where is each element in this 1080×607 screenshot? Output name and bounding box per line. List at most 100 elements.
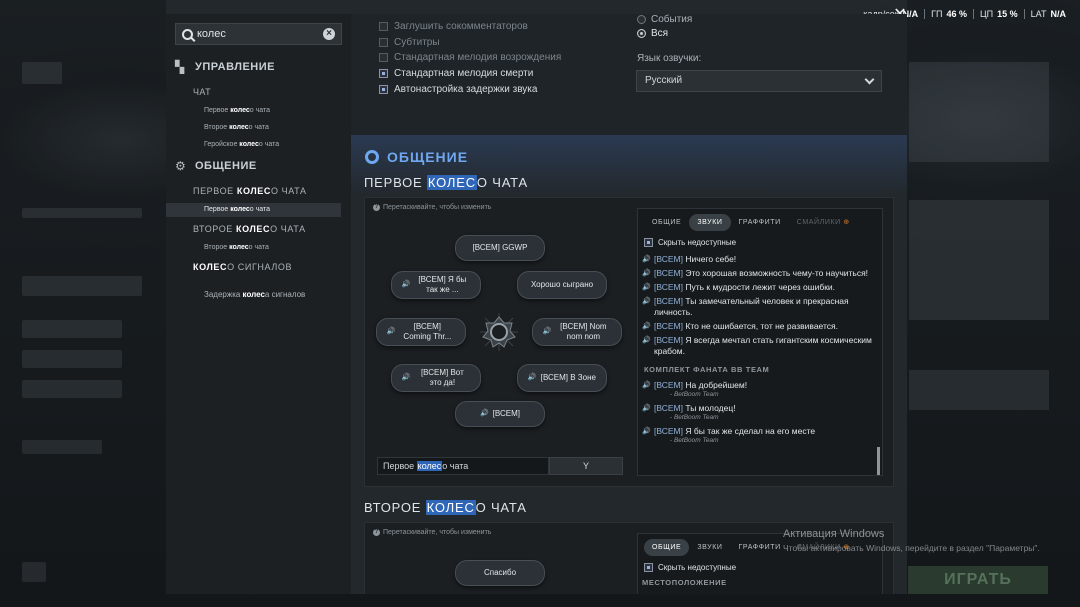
list-item[interactable]: 🔊 [ВСЕМ] Кто не ошибается, тот не развива… xyxy=(642,321,874,332)
second-wheel-title: ВТОРОЕ КОЛЕСО ЧАТА xyxy=(364,500,527,515)
list-item[interactable]: 🔊 [ВСЕМ] Это хорошая возможность чему-то … xyxy=(642,268,874,279)
wheel-slot-lower-left[interactable]: 🔊 [ВСЕМ] Вот это да! xyxy=(391,364,481,392)
list-item[interactable]: 🔊 [ВСЕМ] Я всегда мечтал стать гигантским… xyxy=(642,335,874,357)
search-icon xyxy=(182,28,193,40)
speaker-icon: 🔊 xyxy=(642,298,651,305)
option-respawn-melody[interactable]: Стандартная мелодия возрождения xyxy=(379,52,561,63)
tab-general[interactable]: ОБЩИЕ xyxy=(644,214,689,231)
sidebar-leaf-signal-delay[interactable]: Задержка колеса сигналов xyxy=(204,290,305,299)
gear-icon xyxy=(365,150,379,164)
social-section: ОБЩЕНИЕ ПЕРВОЕ КОЛЕСО ЧАТА ? Перетаскивай… xyxy=(351,135,907,594)
sidebar-item-chat[interactable]: ЧАТ xyxy=(193,87,211,97)
search-box[interactable]: × xyxy=(175,23,342,45)
phrase-list: 🔊 [ВСЕМ] Ничего себе! 🔊 [ВСЕМ] Это хорошая… xyxy=(642,254,874,449)
phrase-tabs: ОБЩИЕ ЗВУКИ ГРАФФИТИ СМАЙЛИКИ ⊕ xyxy=(638,209,882,235)
gamepad-icon: ▚ xyxy=(175,60,185,74)
windows-activation-subtitle: Чтобы активировать Windows, перейдите в … xyxy=(783,543,1040,553)
checkbox-checked[interactable] xyxy=(379,69,388,78)
option-subtitles[interactable]: Субтитры xyxy=(379,37,440,48)
speaker-icon: 🔊 xyxy=(642,428,651,435)
speaker-icon: 🔊 xyxy=(642,337,651,344)
speaker-icon: 🔊 xyxy=(401,374,411,381)
list-item[interactable]: 🔊 [ВСЕМ] На добрейшем! - BetBoom Team xyxy=(642,380,874,400)
option-auto-delay[interactable]: Автонастройка задержки звука xyxy=(379,84,537,95)
sidebar-leaf-second-wheel[interactable]: Второе колесо чата xyxy=(204,124,269,131)
option-death-melody[interactable]: Стандартная мелодия смерти xyxy=(379,68,533,79)
voice-language-label: Язык озвучки: xyxy=(637,53,702,64)
first-wheel-panel: ? Перетаскивайте, чтобы изменить [ВСЕМ] G… xyxy=(364,197,894,487)
gear-icon: ⚙ xyxy=(175,159,187,173)
emoticon-icon: ⊕ xyxy=(843,219,850,226)
phrase-group-title: МЕСТОПОЛОЖЕНИЕ xyxy=(642,578,727,587)
wheel-slot-right[interactable]: 🔊 [ВСЕМ] Nom nom nom xyxy=(532,318,622,346)
hide-unavailable-toggle[interactable]: Скрыть недоступные xyxy=(644,238,736,247)
speaker-icon: 🔊 xyxy=(401,281,411,288)
list-item[interactable]: 🔊 [ВСЕМ] Путь к мудрости лежит через ошиб… xyxy=(642,282,874,293)
list-item[interactable]: 🔊 [ВСЕМ] Я бы так же сделал на его месте -… xyxy=(642,426,874,446)
list-item[interactable]: 🔊 [ВСЕМ] Ничего себе! xyxy=(642,254,874,265)
first-wheel-title: ПЕРВОЕ КОЛЕСО ЧАТА xyxy=(364,175,528,190)
drag-hint: ? Перетаскивайте, чтобы изменить xyxy=(373,204,492,211)
checkbox-checked[interactable] xyxy=(644,238,653,247)
wheel-slot-lower-right[interactable]: 🔊 [ВСЕМ] В Зоне xyxy=(517,364,607,392)
background-right-panel xyxy=(907,0,1080,607)
list-item[interactable]: 🔊 [ВСЕМ] Ты молодец! - BetBoom Team xyxy=(642,403,874,423)
sidebar-item-second-wheel[interactable]: ВТОРОЕ КОЛЕСО ЧАТА xyxy=(193,224,306,234)
wheel2-slot-top[interactable]: Спасибо xyxy=(455,560,545,586)
tab-sounds[interactable]: ЗВУКИ xyxy=(689,539,730,556)
speaker-icon: 🔊 xyxy=(642,256,651,263)
search-input[interactable] xyxy=(197,28,317,40)
speaker-icon: 🔊 xyxy=(642,405,651,412)
speaker-icon: 🔊 xyxy=(527,374,537,381)
wheel-bind-row: Первое колесо чата Y xyxy=(377,457,623,475)
tab-general[interactable]: ОБЩИЕ xyxy=(644,538,690,556)
wheel-slot-top[interactable]: [ВСЕМ] GGWP xyxy=(455,235,545,261)
tab-emoticons[interactable]: СМАЙЛИКИ ⊕ xyxy=(789,213,858,231)
speaker-icon: 🔊 xyxy=(386,328,396,335)
phrase-picker: ОБЩИЕ ЗВУКИ ГРАФФИТИ СМАЙЛИКИ ⊕ Скрыть н… xyxy=(637,208,883,476)
sidebar-item-control[interactable]: ▚ УПРАВЛЕНИЕ xyxy=(175,61,275,73)
settings-sidebar: × ▚ УПРАВЛЕНИЕ ЧАТ Первое колесо чата Вт… xyxy=(166,14,351,594)
windows-activation-title: Активация Windows xyxy=(783,528,885,540)
wheel-slot-upper-right[interactable]: Хорошо сыграно xyxy=(517,271,607,299)
background-left-panel xyxy=(0,0,166,607)
checkbox[interactable] xyxy=(379,38,388,47)
radio-all[interactable]: Вся xyxy=(637,28,668,39)
clear-search-icon[interactable]: × xyxy=(323,28,335,40)
sidebar-item-signal-wheel[interactable]: КОЛЕСО СИГНАЛОВ xyxy=(193,262,292,272)
checkbox-checked[interactable] xyxy=(379,85,388,94)
sidebar-leaf-first-wheel-active[interactable]: Первое колесо чата xyxy=(166,203,341,217)
tab-sounds[interactable]: ЗВУКИ xyxy=(689,213,731,231)
sidebar-item-first-wheel[interactable]: ПЕРВОЕ КОЛЕСО ЧАТА xyxy=(193,186,307,196)
speaker-icon: 🔊 xyxy=(642,382,651,389)
option-mute-casters[interactable]: Заглушить сокомментаторов xyxy=(379,21,528,32)
tab-graffiti[interactable]: ГРАФФИТИ xyxy=(731,214,789,231)
radio-events[interactable]: События xyxy=(637,14,692,25)
tab-graffiti[interactable]: ГРАФФИТИ xyxy=(731,539,789,556)
play-button[interactable]: ИГРАТЬ xyxy=(908,566,1048,594)
sidebar-leaf-hero-wheel[interactable]: Геройское колесо чата xyxy=(204,141,279,148)
speaker-icon: 🔊 xyxy=(642,270,651,277)
drag-hint: ? Перетаскивайте, чтобы изменить xyxy=(373,529,492,536)
section-title: ОБЩЕНИЕ xyxy=(365,149,468,165)
wheel-slot-upper-left[interactable]: 🔊 [ВСЕМ] Я бы так же ... xyxy=(391,271,481,299)
speaker-icon: 🔊 xyxy=(642,323,651,330)
checkbox[interactable] xyxy=(379,22,388,31)
settings-main: Заглушить сокомментаторов Субтитры Станд… xyxy=(351,14,907,594)
hide-unavailable-toggle[interactable]: Скрыть недоступные xyxy=(644,563,736,572)
wheel-name-field[interactable]: Первое колесо чата xyxy=(377,457,549,475)
list-item[interactable]: 🔊 [ВСЕМ] Ты замечательный человек и прекр… xyxy=(642,296,874,318)
wheel-hub-icon xyxy=(480,313,518,351)
help-icon: ? xyxy=(373,529,380,536)
scrollbar[interactable] xyxy=(877,447,880,475)
wheel-slot-left[interactable]: 🔊 [ВСЕМ] Coming Thr... xyxy=(376,318,466,346)
checkbox-checked[interactable] xyxy=(644,563,653,572)
wheel-keybind[interactable]: Y xyxy=(549,457,623,475)
sidebar-leaf-second-wheel-b[interactable]: Второе колесо чата xyxy=(204,244,269,251)
sidebar-leaf-first-wheel[interactable]: Первое колесо чата xyxy=(204,107,270,114)
sidebar-item-social[interactable]: ⚙ ОБЩЕНИЕ xyxy=(175,160,257,172)
voice-language-select[interactable]: Русский xyxy=(636,70,882,92)
wheel-slot-bottom[interactable]: 🔊 [ВСЕМ] xyxy=(455,401,545,427)
chevron-down-icon xyxy=(864,74,875,85)
checkbox[interactable] xyxy=(379,53,388,62)
